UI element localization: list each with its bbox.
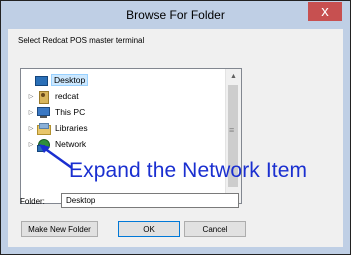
tree-item-label: This PC [55,107,86,117]
browse-for-folder-dialog: Browse For Folder x Select Redcat POS ma… [0,0,351,255]
close-button[interactable]: x [308,2,342,21]
instruction-text: Select Redcat POS master terminal [18,36,145,45]
close-icon: x [321,3,329,20]
tree-item-redcat[interactable]: ▷ redcat [27,89,81,104]
user-folder-icon [37,90,50,104]
tree-item-desktop[interactable]: Desktop [25,73,89,87]
ok-button[interactable]: OK [118,221,180,237]
cancel-button[interactable]: Cancel [184,221,246,237]
libraries-icon [37,122,51,135]
expand-arrow-icon[interactable]: ▷ [27,109,35,116]
dialog-body: Select Redcat POS master terminal Deskto… [8,29,343,247]
tree-item-label: Desktop [51,74,89,86]
scroll-up-icon[interactable]: ▲ [226,69,241,84]
desktop-icon [35,75,48,86]
make-new-folder-button[interactable]: Make New Folder [21,221,98,237]
dialog-title: Browse For Folder [126,8,225,22]
folder-tree[interactable]: Desktop ▷ redcat ▷ This PC ▷ Libraries ▷… [20,68,242,204]
tree-item-this-pc[interactable]: ▷ This PC [27,105,87,119]
folder-field[interactable]: Desktop [61,193,239,208]
tree-item-label: redcat [55,91,79,101]
folder-label: Folder: [20,197,45,206]
expand-arrow-icon[interactable]: ▷ [27,125,35,132]
expand-arrow-icon[interactable]: ▷ [27,93,35,100]
title-bar[interactable]: Browse For Folder x [1,1,350,29]
computer-icon [37,106,50,118]
tree-item-label: Libraries [55,123,88,133]
grip-icon: ≡ [229,125,235,135]
annotation-text: Expand the Network Item [69,159,308,182]
expand-arrow-icon[interactable]: ▷ [27,141,35,148]
tree-item-libraries[interactable]: ▷ Libraries [27,121,90,135]
